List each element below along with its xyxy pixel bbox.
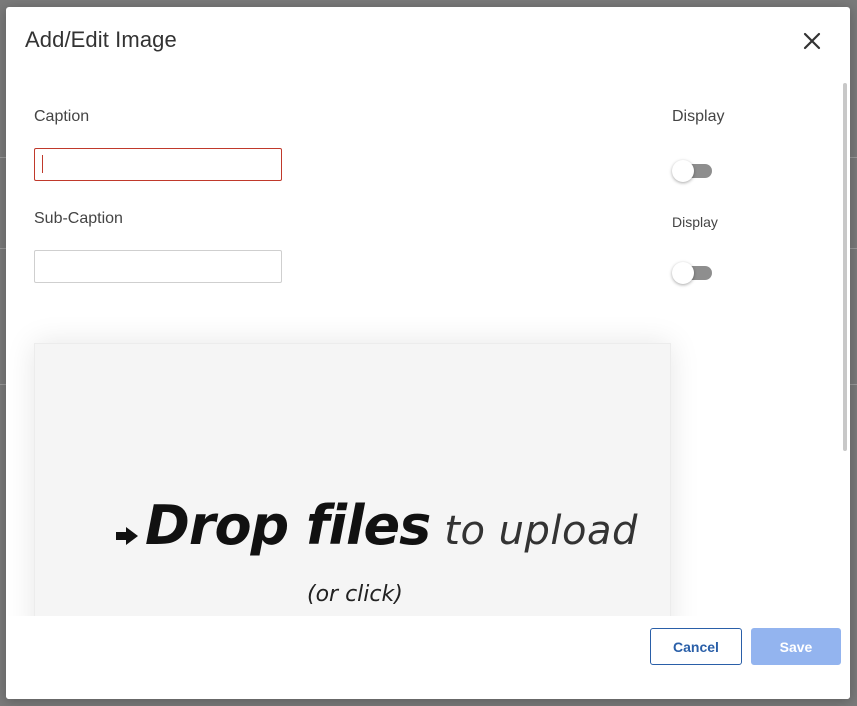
save-button[interactable]: Save: [751, 628, 841, 665]
scrollbar-thumb[interactable]: [843, 83, 847, 451]
toggle-knob: [672, 262, 694, 284]
subcaption-label: Sub-Caption: [34, 210, 123, 227]
display-label-subcaption: Display: [672, 214, 718, 230]
scrollbar[interactable]: [842, 83, 848, 453]
background-divider: [850, 384, 857, 385]
caption-field-wrapper: [34, 148, 282, 181]
subcaption-input[interactable]: [34, 250, 282, 283]
caption-display-toggle[interactable]: [672, 159, 714, 183]
caption-input[interactable]: [34, 148, 282, 181]
display-label-caption: Display: [672, 108, 725, 125]
close-button[interactable]: [800, 29, 824, 53]
dialog-title: Add/Edit Image: [25, 27, 177, 52]
dropzone-heading: Drop files to upload: [115, 494, 638, 557]
caption-label: Caption: [34, 108, 90, 125]
dropzone-subtext: (or click): [307, 582, 403, 607]
arrow-right-icon: [116, 527, 138, 545]
toggle-knob: [672, 160, 694, 182]
dropzone-light-text: to upload: [444, 508, 638, 554]
subcaption-display-toggle[interactable]: [672, 261, 714, 285]
image-dropzone[interactable]: Drop files to upload (or click): [34, 343, 671, 645]
close-icon: [803, 32, 821, 50]
background-divider: [850, 157, 857, 158]
dropzone-strong-text: Drop files: [145, 494, 431, 557]
background-divider: [850, 248, 857, 249]
add-edit-image-dialog: Add/Edit Image Caption Sub-Caption Displ…: [6, 7, 850, 699]
cancel-button[interactable]: Cancel: [650, 628, 742, 665]
text-caret: [42, 155, 43, 173]
dialog-footer: Cancel Save: [6, 616, 850, 699]
